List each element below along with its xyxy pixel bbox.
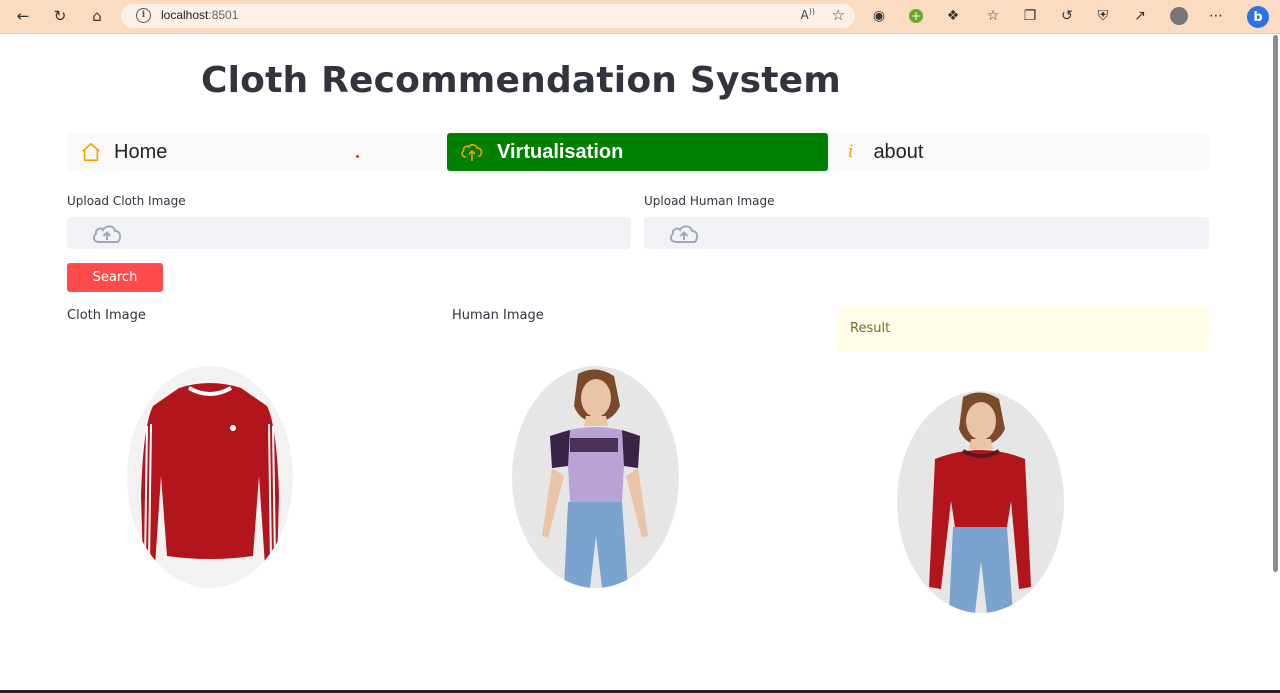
cloth-image-heading: Cloth Image [67,308,146,323]
shield-icon[interactable]: ⛨ [1094,7,1112,25]
cloud-upload-icon [461,144,483,161]
human-image-heading: Human Image [452,308,544,323]
menu-item-about[interactable]: i about [828,133,1209,171]
upload-cloth-dropzone[interactable] [67,217,631,249]
avatar[interactable] [1170,7,1188,25]
puzzle-icon[interactable]: ❖ [944,7,962,25]
nav-menu: Home Virtualisation i about [67,133,1209,171]
reload-icon[interactable]: ↻ [49,6,71,26]
result-label: Result [850,321,891,336]
home-icon [82,142,100,162]
cloud-upload-icon [669,225,699,243]
history-icon[interactable]: ↺ [1058,7,1076,25]
upload-cloth-label: Upload Cloth Image [67,194,186,208]
collections-icon[interactable]: ❐ [1021,7,1039,25]
extension-icon[interactable]: ◉ [870,7,888,25]
more-menu-icon[interactable]: ⋯ [1207,7,1225,25]
page-title: Cloth Recommendation System [201,60,842,101]
home-browser-icon[interactable]: ⌂ [86,6,108,26]
upload-human-label: Upload Human Image [644,194,775,208]
browser-toolbar: ← ↻ ⌂ i localhost:8501 A)) ☆ ◉ + ❖ ☆ ❐ ↺… [0,0,1280,34]
result-box: Result [837,306,1209,352]
info-icon: i [848,142,854,162]
favorites-icon[interactable]: ☆ [984,7,1002,25]
favorite-star-icon[interactable]: ☆ [832,6,845,24]
address-url: localhost:8501 [161,8,239,22]
menu-item-virtualisation[interactable]: Virtualisation [447,133,828,171]
bing-icon[interactable]: b [1246,5,1270,29]
human-image [512,366,679,588]
back-icon[interactable]: ← [12,6,34,26]
page-scrollbar[interactable] [1273,35,1278,572]
cloud-upload-icon [92,225,122,243]
menu-item-label: Virtualisation [497,140,624,163]
menu-item-home[interactable]: Home [67,133,447,171]
share-icon[interactable]: ↗ [1131,7,1149,25]
decorative-dot [356,155,359,158]
upload-human-dropzone[interactable] [644,217,1209,249]
menu-item-label: about [873,140,924,163]
result-image [897,391,1064,613]
address-bar[interactable]: i localhost:8501 A)) ☆ [121,4,855,28]
search-button[interactable]: Search [67,263,163,292]
menu-item-label: Home [114,140,168,163]
cloth-image [127,366,293,588]
green-extension-icon[interactable]: + [907,7,925,25]
site-info-icon[interactable]: i [136,8,151,23]
read-aloud-icon[interactable]: A)) [801,7,815,22]
